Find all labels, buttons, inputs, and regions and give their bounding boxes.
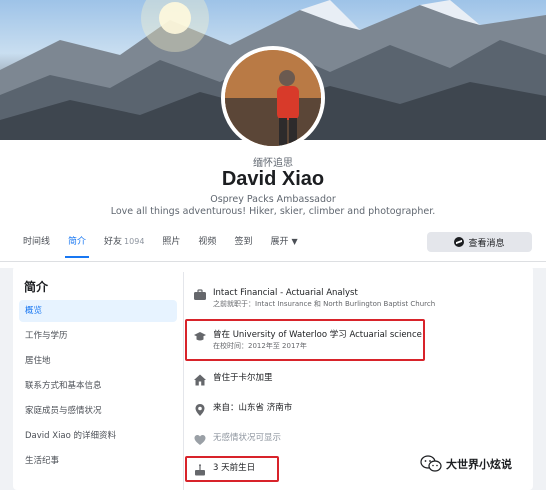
avatar[interactable] xyxy=(221,46,325,150)
profile-bio: Love all things adventurous! Hiker, skie… xyxy=(110,206,436,217)
header-divider xyxy=(0,261,546,262)
birthday-highlight-box xyxy=(185,456,279,482)
tab-checkins[interactable]: 签到 xyxy=(225,230,261,258)
location-pin-icon xyxy=(195,404,205,416)
education-highlight-box xyxy=(185,319,425,361)
detail-lived: 曾住于卡尔加里 xyxy=(193,373,273,387)
friends-count: 1094 xyxy=(124,237,145,246)
briefcase-icon xyxy=(194,289,206,300)
sidebar-item-overview[interactable]: 概览 xyxy=(19,300,177,322)
tab-timeline-label: 时间线 xyxy=(23,237,51,247)
work-previous: 之前就职于：Intact Insurance 和 North Burlingto… xyxy=(213,300,436,308)
tab-photos[interactable]: 照片 xyxy=(153,230,189,258)
chevron-down-icon: ▼ xyxy=(291,237,298,246)
tab-checkins-label: 签到 xyxy=(234,237,253,247)
messenger-icon xyxy=(454,237,465,247)
work-title: Intact Financial - Actuarial Analyst xyxy=(213,288,358,298)
profile-headline: Osprey Packs Ambassador xyxy=(210,194,336,205)
tab-timeline[interactable]: 时间线 xyxy=(14,230,59,258)
view-messages-label: 查看消息 xyxy=(468,238,505,249)
sidebar-item-places[interactable]: 居住地 xyxy=(19,350,177,372)
tab-more[interactable]: 展开 ▼ xyxy=(261,230,306,258)
relationship-text: 无感情状况可显示 xyxy=(213,433,282,443)
home-icon xyxy=(194,374,206,386)
lived-text: 曾住于卡尔加里 xyxy=(213,373,273,383)
watermark-text: 大世界小炫说 xyxy=(446,458,512,471)
tab-friends-label: 好友 xyxy=(104,237,123,247)
hometown-text: 来自：山东省 济南市 xyxy=(213,403,293,413)
profile-tabs: 时间线 简介 好友 1094 照片 视频 签到 展开 ▼ xyxy=(14,230,307,258)
tab-about-label: 简介 xyxy=(68,237,87,247)
tab-friends[interactable]: 好友 1094 xyxy=(95,230,153,258)
profile-intro: Osprey Packs Ambassador Love all things … xyxy=(0,194,546,218)
tab-about[interactable]: 简介 xyxy=(59,230,95,258)
memorial-label: 缅怀追思 xyxy=(253,158,293,169)
wechat-icon xyxy=(420,455,442,472)
sidebar-item-family-relationships[interactable]: 家庭成员与感情状况 xyxy=(19,400,177,422)
sidebar-item-life-events[interactable]: 生活纪事 xyxy=(19,450,177,472)
tab-photos-label: 照片 xyxy=(162,237,181,247)
tab-more-label: 展开 xyxy=(270,237,289,247)
sidebar-item-details[interactable]: David Xiao 的详细资料 xyxy=(19,425,177,447)
tab-videos[interactable]: 视频 xyxy=(189,230,225,258)
about-title: 简介 xyxy=(24,280,49,294)
view-messages-button[interactable]: 查看消息 xyxy=(427,232,532,252)
about-column-divider xyxy=(183,272,184,490)
profile-name: David Xiao xyxy=(221,168,325,190)
watermark: 大世界小炫说 xyxy=(420,455,512,473)
detail-relationship: 无感情状况可显示 xyxy=(193,433,281,447)
heart-icon xyxy=(194,435,206,445)
tab-videos-label: 视频 xyxy=(198,237,217,247)
sidebar-item-contact-info[interactable]: 联系方式和基本信息 xyxy=(19,375,177,397)
detail-work: Intact Financial - Actuarial Analyst 之前就… xyxy=(193,288,435,309)
sidebar-item-work-education[interactable]: 工作与学历 xyxy=(19,325,177,347)
detail-hometown: 来自：山东省 济南市 xyxy=(193,403,292,417)
